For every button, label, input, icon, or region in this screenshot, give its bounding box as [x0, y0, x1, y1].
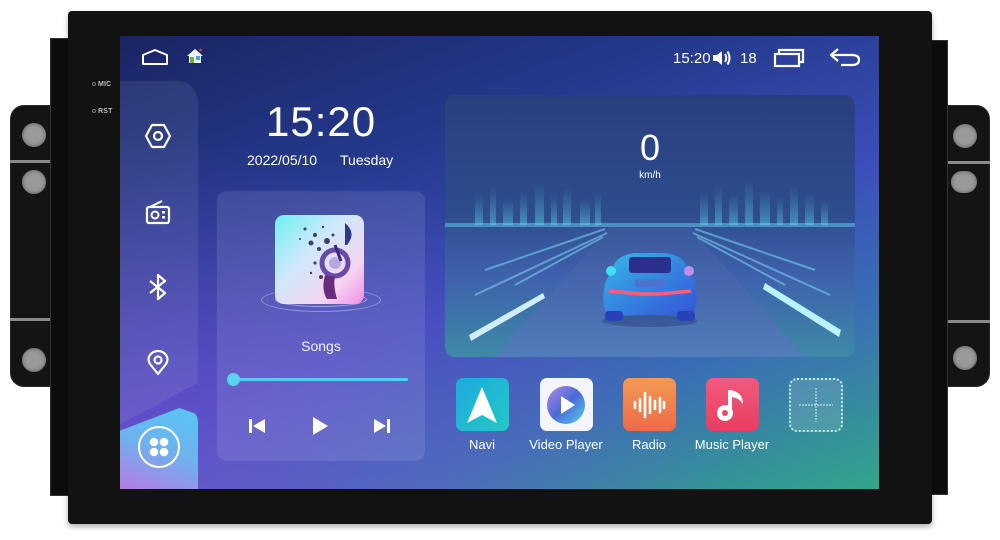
- speed-widget[interactable]: 0 km/h: [445, 95, 855, 357]
- progress-bar[interactable]: [233, 378, 408, 381]
- hexagon-settings-icon: [144, 123, 172, 149]
- apps-grid-icon: [149, 437, 169, 457]
- album-art[interactable]: [275, 215, 364, 304]
- bracket-strap: [945, 161, 990, 164]
- add-app-slot[interactable]: [789, 378, 843, 432]
- reset-hole-icon: [92, 109, 96, 114]
- dock-app-radio[interactable]: Radio: [604, 378, 694, 452]
- play-icon: [313, 417, 328, 435]
- location-pin-icon: [147, 349, 169, 376]
- next-button[interactable]: [367, 411, 397, 441]
- reset-label[interactable]: RST: [92, 108, 113, 115]
- dock-label: Music Player: [694, 437, 770, 452]
- head-unit-screen: 15:20 18 15:20 2022/05/10 Tuesday Songs …: [120, 36, 879, 489]
- clock-date: 2022/05/10: [247, 152, 318, 168]
- navigation-arrow-icon: [455, 378, 509, 431]
- dock-label: Radio: [632, 437, 666, 452]
- progress-knob[interactable]: [227, 373, 240, 386]
- sidebar-item-bluetooth[interactable]: [142, 271, 174, 303]
- bracket-hole: [953, 346, 977, 370]
- car-icon: [602, 253, 698, 327]
- song-title: Songs: [301, 338, 341, 354]
- skip-next-icon: [374, 419, 390, 433]
- speed-unit: km/h: [639, 170, 661, 181]
- back-arrow-icon[interactable]: [828, 46, 862, 68]
- clock-weekday: Tuesday: [340, 152, 394, 168]
- previous-button[interactable]: [242, 411, 272, 441]
- sidebar-item-radio[interactable]: [142, 196, 174, 228]
- add-app-icon: [799, 388, 833, 422]
- music-note-icon: [705, 378, 759, 431]
- play-button[interactable]: [305, 411, 335, 441]
- dock-app-video-player[interactable]: Video Player: [521, 378, 611, 452]
- bracket-hole: [22, 170, 46, 194]
- sidebar-item-settings[interactable]: [142, 120, 174, 152]
- side-rail-left: [50, 38, 70, 496]
- recents-icon[interactable]: [773, 48, 805, 68]
- bracket-hole: [22, 123, 46, 147]
- mic-label: MIC: [92, 81, 111, 88]
- city-skyline: [475, 181, 828, 225]
- status-bar: 15:20 18: [120, 36, 879, 78]
- status-time: 15:20: [673, 50, 711, 67]
- dock-app-navi[interactable]: Navi: [437, 378, 527, 452]
- play-circle-icon: [539, 378, 593, 431]
- volume-level: 18: [740, 50, 757, 67]
- sidebar-item-navigation[interactable]: [142, 346, 174, 378]
- clock-time: 15:20: [266, 98, 377, 145]
- bracket-hole: [953, 124, 977, 148]
- volume-icon[interactable]: [712, 49, 732, 67]
- dock-app-music-player[interactable]: Music Player: [687, 378, 777, 452]
- radio-icon: [145, 200, 171, 225]
- bracket-hole: [951, 171, 977, 193]
- sound-wave-icon: [622, 378, 676, 431]
- dock-label: Navi: [468, 437, 495, 452]
- home-outline-icon[interactable]: [140, 48, 170, 66]
- bracket-strap: [945, 320, 990, 323]
- speed-value: 0: [639, 127, 661, 168]
- sidebar-item-apps[interactable]: [138, 426, 180, 468]
- bluetooth-icon: [149, 273, 167, 301]
- music-widget[interactable]: Songs: [217, 191, 425, 461]
- dock-label: Video Player: [529, 437, 603, 452]
- mic-hole-icon: [92, 82, 96, 87]
- launcher-house-icon[interactable]: [186, 47, 204, 65]
- bracket-hole: [22, 348, 46, 372]
- skip-previous-icon: [249, 419, 265, 433]
